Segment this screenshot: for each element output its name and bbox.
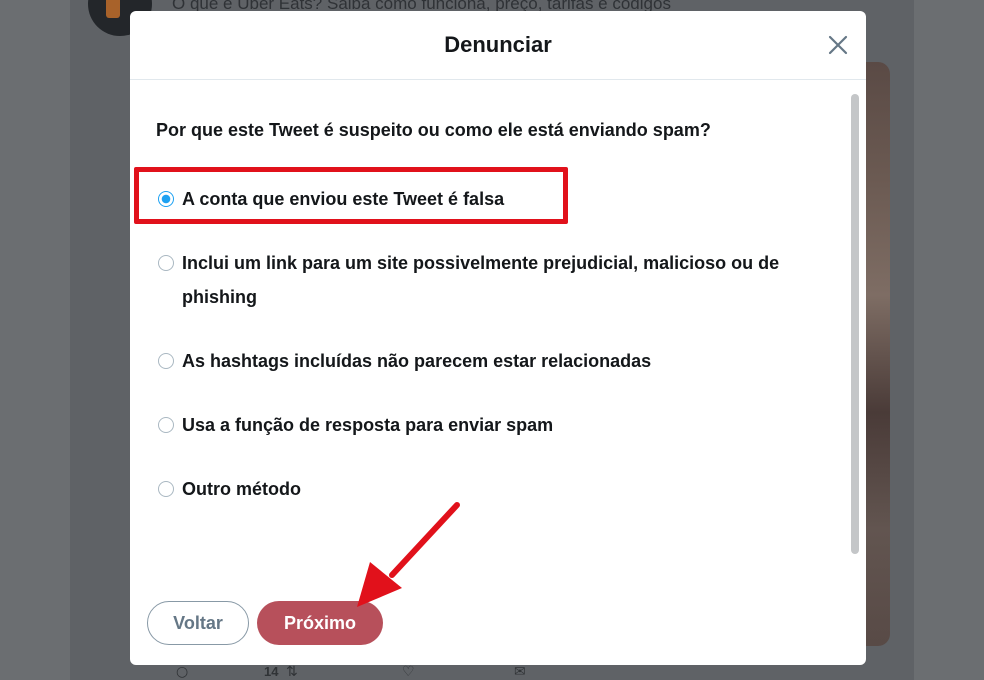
radio-button[interactable] — [158, 481, 174, 497]
reply-icon: ○ — [176, 664, 189, 680]
scrollbar-thumb[interactable] — [851, 94, 859, 554]
message-icon: ✉ — [514, 664, 526, 680]
option-fake-account[interactable]: A conta que enviou este Tweet é falsa — [158, 182, 848, 216]
radio-button[interactable] — [158, 191, 174, 207]
close-button[interactable] — [824, 31, 852, 59]
radio-button[interactable] — [158, 255, 174, 271]
option-label: Usa a função de resposta para enviar spa… — [182, 415, 554, 435]
option-other-method[interactable]: Outro método — [158, 472, 848, 506]
avatar-logo — [106, 0, 120, 18]
report-question: Por que este Tweet é suspeito ou como el… — [156, 120, 711, 140]
report-dialog: Denunciar Por que este Tweet é suspeito … — [130, 11, 866, 665]
dialog-body: Por que este Tweet é suspeito ou como el… — [130, 80, 866, 580]
option-reply-spam[interactable]: Usa a função de resposta para enviar spa… — [158, 408, 848, 442]
option-label: As hashtags incluídas não parecem estar … — [182, 351, 652, 371]
option-label: A conta que enviou este Tweet é falsa — [182, 189, 505, 209]
dialog-footer: Voltar Próximo — [130, 581, 866, 665]
dialog-header: Denunciar — [130, 11, 866, 80]
radio-button[interactable] — [158, 353, 174, 369]
background-image — [862, 62, 890, 646]
like-count: 14 — [264, 664, 279, 679]
option-label: Outro método — [182, 479, 301, 499]
close-icon — [828, 35, 848, 55]
scrollbar[interactable] — [848, 86, 862, 580]
option-label: Inclui um link para um site possivelment… — [182, 253, 780, 307]
option-unrelated-hashtags[interactable]: As hashtags incluídas não parecem estar … — [158, 344, 848, 378]
next-button[interactable]: Próximo — [257, 601, 383, 645]
back-button[interactable]: Voltar — [147, 601, 249, 645]
like-icon: ♡ — [402, 664, 415, 680]
radio-button[interactable] — [158, 417, 174, 433]
dialog-title: Denunciar — [444, 32, 552, 57]
tweet-actions: ○ ⇅ ♡ ✉ — [176, 664, 576, 680]
retweet-icon: ⇅ — [286, 664, 298, 680]
option-malicious-link[interactable]: Inclui um link para um site possivelment… — [158, 246, 848, 314]
